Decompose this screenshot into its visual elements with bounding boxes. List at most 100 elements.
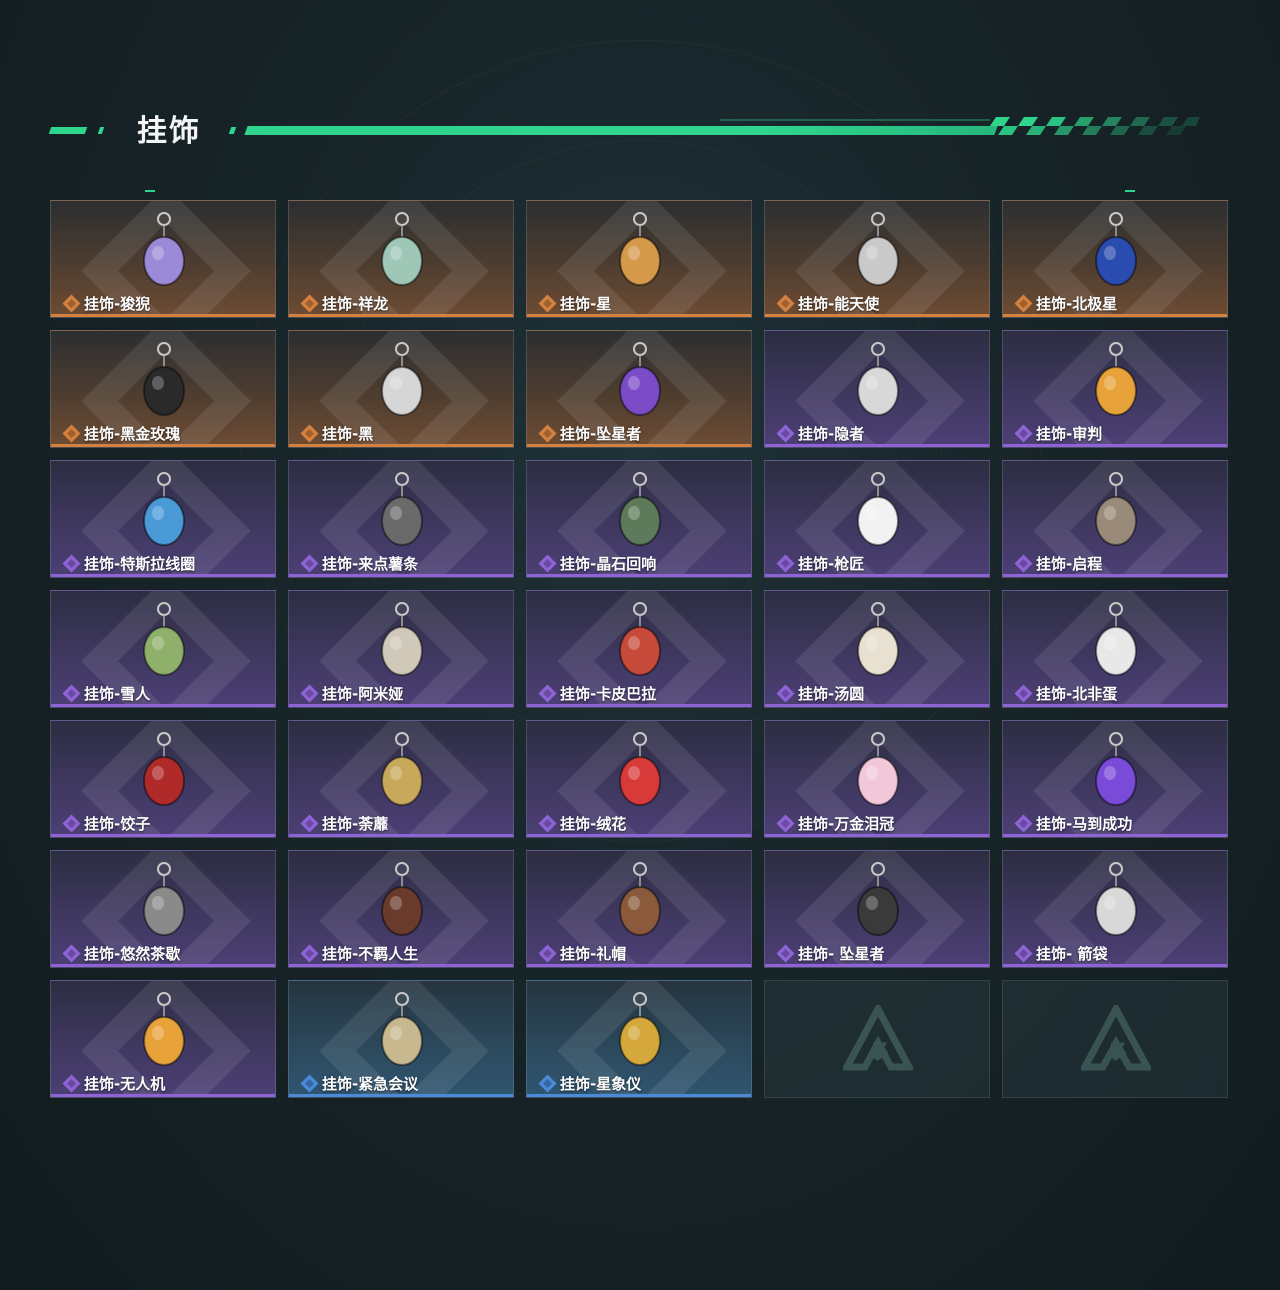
black-tag-charm-icon <box>381 342 423 416</box>
rarity-underline <box>289 834 513 837</box>
grid-corner-tick <box>145 190 155 192</box>
blue-crystal-charm-icon <box>1095 212 1137 286</box>
rarity-underline <box>289 574 513 577</box>
rarity-underline <box>289 314 513 317</box>
charm-card[interactable]: 挂饰-启程 <box>1002 460 1228 578</box>
charm-name-label: 挂饰-特斯拉线圈 <box>84 555 196 573</box>
rarity-underline <box>765 834 989 837</box>
charm-card[interactable]: 挂饰-雪人 <box>50 590 276 708</box>
rarity-underline <box>1003 964 1227 967</box>
rarity-diamond-icon <box>300 944 319 963</box>
grid-corner-tick <box>1125 190 1135 192</box>
charm-card[interactable]: 挂饰-不羁人生 <box>288 850 514 968</box>
rarity-diamond-icon <box>538 684 557 703</box>
rarity-diamond-icon <box>300 684 319 703</box>
checkered-pattern-icon <box>990 117 1200 135</box>
rarity-diamond-icon <box>300 554 319 573</box>
rarity-diamond-icon <box>1014 294 1033 313</box>
charm-card[interactable]: 挂饰-星象仪 <box>526 980 752 1098</box>
rarity-diamond-icon <box>776 944 795 963</box>
red-velvet-flower-charm-icon <box>619 732 661 806</box>
charm-name-label: 挂饰-祥龙 <box>322 295 389 313</box>
charm-card[interactable]: 挂饰-无人机 <box>50 980 276 1098</box>
rarity-underline <box>1003 834 1227 837</box>
rarity-underline <box>527 1094 751 1097</box>
charm-card[interactable]: 挂饰-祥龙 <box>288 200 514 318</box>
charm-name-label: 挂饰-北极星 <box>1036 295 1118 313</box>
rarity-underline <box>51 574 275 577</box>
charm-card[interactable]: 挂饰-狻猊 <box>50 200 276 318</box>
charm-card[interactable]: 挂饰-星 <box>526 200 752 318</box>
rarity-underline <box>527 574 751 577</box>
header-thin-line <box>720 119 990 121</box>
charm-card[interactable]: 挂饰-坠星者 <box>526 330 752 448</box>
charm-card[interactable]: 挂饰-汤圆 <box>764 590 990 708</box>
snowman-charm-icon <box>143 602 185 676</box>
charm-card[interactable]: 挂饰-万金泪冠 <box>764 720 990 838</box>
rarity-diamond-icon <box>538 1074 557 1093</box>
charm-name-label: 挂饰-坠星者 <box>560 425 642 443</box>
capybara-charm-icon <box>619 602 661 676</box>
charm-card[interactable]: 挂饰-马到成功 <box>1002 720 1228 838</box>
charm-card[interactable]: 挂饰-审判 <box>1002 330 1228 448</box>
charm-name-label: 挂饰- 箭袋 <box>1036 945 1108 963</box>
judgement-tarot-card-charm-icon <box>1095 342 1137 416</box>
rarity-underline <box>51 964 275 967</box>
charm-card[interactable]: 挂饰- 坠星者 <box>764 850 990 968</box>
jade-dragon-charm-icon <box>381 212 423 286</box>
charm-card[interactable]: 挂饰-绒花 <box>526 720 752 838</box>
charm-card[interactable]: 挂饰-黑 <box>288 330 514 448</box>
empty-slot <box>764 980 990 1098</box>
drone-wheels-charm-icon <box>143 992 185 1066</box>
charm-card[interactable]: 挂饰-荼蘼 <box>288 720 514 838</box>
purple-lion-charm-icon <box>143 212 185 286</box>
rarity-diamond-icon <box>538 554 557 573</box>
rarity-diamond-icon <box>1014 554 1033 573</box>
rarity-underline <box>51 1094 275 1097</box>
charm-card[interactable]: 挂饰-能天使 <box>764 200 990 318</box>
rarity-diamond-icon <box>62 684 81 703</box>
rarity-diamond-icon <box>776 424 795 443</box>
rarity-diamond-icon <box>62 944 81 963</box>
rarity-diamond-icon <box>300 814 319 833</box>
charm-card[interactable]: 挂饰-阿米娅 <box>288 590 514 708</box>
charm-card[interactable]: 挂饰-北非蛋 <box>1002 590 1228 708</box>
charm-card[interactable]: 挂饰-卡皮巴拉 <box>526 590 752 708</box>
white-flower-charm-icon <box>381 732 423 806</box>
charm-card[interactable]: 挂饰-饺子 <box>50 720 276 838</box>
charm-card[interactable]: 挂饰-黑金玫瑰 <box>50 330 276 448</box>
golden-crown-charm-icon <box>857 732 899 806</box>
empty-slot <box>1002 980 1228 1098</box>
rarity-diamond-icon <box>538 944 557 963</box>
charm-card[interactable]: 挂饰-枪匠 <box>764 460 990 578</box>
rarity-diamond-icon <box>300 1074 319 1093</box>
charm-name-label: 挂饰-荼蘼 <box>322 815 389 833</box>
charm-name-label: 挂饰-枪匠 <box>798 555 865 573</box>
charm-card[interactable]: 挂饰-紧急会议 <box>288 980 514 1098</box>
rarity-underline <box>765 704 989 707</box>
departure-emblem-charm-icon <box>1095 472 1137 546</box>
charm-card[interactable]: 挂饰-特斯拉线圈 <box>50 460 276 578</box>
rarity-diamond-icon <box>1014 944 1033 963</box>
purple-crystal-charm-icon <box>619 342 661 416</box>
rarity-diamond-icon <box>62 814 81 833</box>
charm-name-label: 挂饰-星 <box>560 295 612 313</box>
charm-card[interactable]: 挂饰-北极星 <box>1002 200 1228 318</box>
charm-card[interactable]: 挂饰-礼帽 <box>526 850 752 968</box>
header-accent-bar <box>48 127 88 134</box>
charm-name-label: 挂饰-阿米娅 <box>322 685 404 703</box>
fedora-hat-charm-icon <box>619 862 661 936</box>
charm-card[interactable]: 挂饰-隐者 <box>764 330 990 448</box>
charm-card[interactable]: 挂饰-来点薯条 <box>288 460 514 578</box>
charm-card[interactable]: 挂饰- 箭袋 <box>1002 850 1228 968</box>
charm-name-label: 挂饰-北非蛋 <box>1036 685 1118 703</box>
charm-card[interactable]: 挂饰-晶石回响 <box>526 460 752 578</box>
crystal-echo-charm-icon <box>619 472 661 546</box>
charm-name-label: 挂饰-饺子 <box>84 815 151 833</box>
rarity-underline <box>1003 704 1227 707</box>
charm-name-label: 挂饰-启程 <box>1036 555 1103 573</box>
rarity-underline <box>1003 574 1227 577</box>
charm-card[interactable]: 挂饰-悠然茶歇 <box>50 850 276 968</box>
rarity-underline <box>765 964 989 967</box>
rarity-underline <box>527 834 751 837</box>
